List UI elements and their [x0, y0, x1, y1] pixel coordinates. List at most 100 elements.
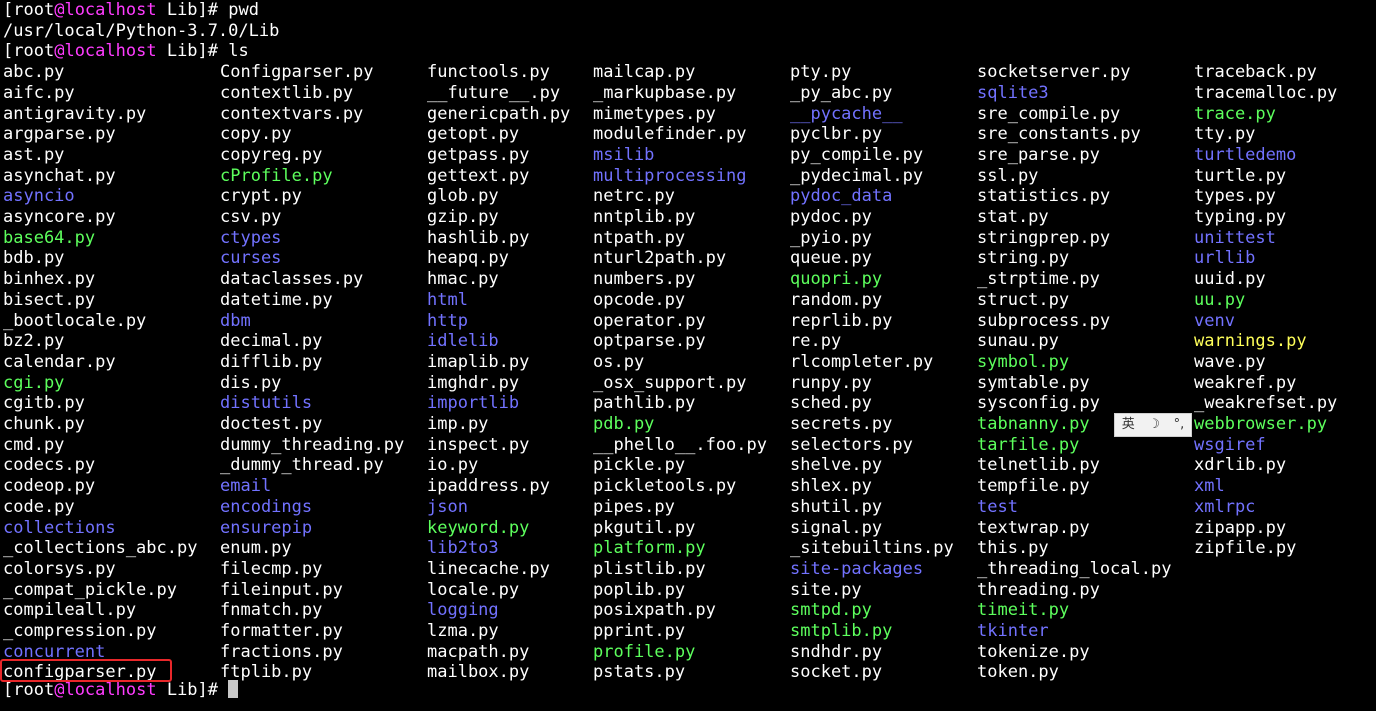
ls-entry-file: weakref.py — [1194, 372, 1297, 393]
ls-entry-file: bdb.py — [3, 248, 65, 269]
prompt-at: @ — [54, 41, 65, 62]
ls-entry-directory: tkinter — [977, 621, 1049, 641]
ls-entry-file: contextlib.py — [220, 82, 354, 103]
ls-entry-file: __phello__.foo.py — [593, 434, 767, 455]
ls-entry-file: copyreg.py — [220, 144, 323, 165]
ls-entry-file: fileinput.py — [220, 579, 343, 600]
ls-entry-directory: multiprocessing — [593, 165, 747, 186]
ls-entry-file: plistlib.py — [593, 558, 706, 579]
ls-entry-directory: sqlite3 — [977, 82, 1049, 103]
ls-entry-file: bisect.py — [3, 289, 96, 310]
ls-entry-file: random.py — [790, 289, 883, 310]
prompt-host: localhost — [64, 41, 157, 62]
ls-entry-file: socketserver.py — [977, 62, 1131, 83]
ls-entry-file: secrets.py — [790, 414, 893, 434]
ls-entry-file: base64.py — [3, 227, 96, 248]
ls-entry-file: pathlib.py — [593, 393, 696, 414]
ls-entry-file: _markupbase.py — [593, 82, 737, 103]
ls-entry-directory: turtledemo — [1194, 144, 1297, 165]
ls-entry-file: _threading_local.py — [977, 558, 1172, 579]
ls-entry-file: code.py — [3, 496, 75, 517]
ls-entry-file: contextvars.py — [220, 103, 364, 124]
ls-entry-file: turtle.py — [1194, 165, 1287, 186]
ls-entry-file: imghdr.py — [427, 372, 520, 393]
moon-icon[interactable]: ☽ — [1148, 414, 1160, 436]
ls-entry-file: _sitebuiltins.py — [790, 538, 954, 559]
ls-entry-file: dis.py — [220, 372, 282, 393]
ls-entry-file: tokenize.py — [977, 641, 1090, 662]
ls-entry-directory: idlelib — [427, 331, 499, 352]
ls-entry-file: nturl2path.py — [593, 248, 727, 269]
ls-entry-file: tarfile.py — [977, 434, 1080, 455]
ls-entry-file: pdb.py — [593, 414, 655, 434]
text-cursor — [228, 680, 239, 698]
highlight-box — [0, 659, 172, 682]
ls-entry-file: filecmp.py — [220, 558, 323, 579]
ls-entry-file: binhex.py — [3, 269, 96, 290]
command-ls: ls — [228, 41, 249, 62]
ls-entry-file: subprocess.py — [977, 310, 1111, 331]
ls-entry-file: pyclbr.py — [790, 124, 883, 145]
ls-entry-file: struct.py — [977, 289, 1070, 310]
ls-entry-file: types.py — [1194, 186, 1276, 207]
ls-entry-file: warnings.py — [1194, 331, 1307, 352]
ls-entry-file: posixpath.py — [593, 600, 716, 621]
ls-entry-file: timeit.py — [977, 600, 1070, 621]
punctuation-icon[interactable]: °, — [1174, 414, 1185, 436]
ls-entry-file: shlex.py — [790, 476, 872, 497]
ls-entry-file: pprint.py — [593, 621, 686, 641]
ls-entry-file: xdrlib.py — [1194, 455, 1287, 476]
ls-entry-file: _collections_abc.py — [3, 538, 198, 559]
ls-entry-file: antigravity.py — [3, 103, 147, 124]
ls-entry-file: telnetlib.py — [977, 455, 1100, 476]
ls-entry-file: textwrap.py — [977, 517, 1090, 538]
ls-entry-directory: msilib — [593, 144, 655, 165]
ls-entry-file: ipaddress.py — [427, 476, 550, 497]
ls-entry-file: functools.py — [427, 62, 550, 83]
ls-entry-file: heapq.py — [427, 248, 509, 269]
ls-entry-file: sndhdr.py — [790, 641, 883, 662]
ls-entry-file: poplib.py — [593, 579, 686, 600]
ls-entry-directory: logging — [427, 600, 499, 621]
ls-entry-file: chunk.py — [3, 414, 85, 434]
ls-entry-file: linecache.py — [427, 558, 550, 579]
ls-entry-file: opcode.py — [593, 289, 686, 310]
prompt-line-pwd: [root@localhost Lib]# pwd — [3, 0, 259, 20]
ls-entry-file: lzma.py — [427, 621, 499, 641]
ls-entry-file: string.py — [977, 248, 1070, 269]
ls-entry-file: statistics.py — [977, 186, 1111, 207]
ls-entry-file: sre_parse.py — [977, 144, 1100, 165]
ls-entry-file: colorsys.py — [3, 558, 116, 579]
ime-toolbar[interactable]: 英 ☽ °, — [1114, 413, 1192, 437]
ls-entry-file: sre_compile.py — [977, 103, 1121, 124]
ls-entry-file: py_compile.py — [790, 144, 924, 165]
ls-entry-file: pty.py — [790, 62, 852, 83]
ls-entry-file: asynchat.py — [3, 165, 116, 186]
ls-entry-file: decimal.py — [220, 331, 323, 352]
ls-entry-directory: pydoc_data — [790, 186, 893, 207]
ls-entry-file: _compat_pickle.py — [3, 579, 177, 600]
ls-entry-file: argparse.py — [3, 124, 116, 145]
ls-entry-file: pkgutil.py — [593, 517, 696, 538]
ls-entry-directory: __pycache__ — [790, 103, 903, 124]
ls-entry-file: gzip.py — [427, 207, 499, 227]
ls-entry-directory: test — [977, 496, 1018, 517]
ls-entry-file: pickletools.py — [593, 476, 737, 497]
prompt-host: localhost — [64, 0, 157, 20]
ls-entry-file: codecs.py — [3, 455, 96, 476]
ime-language-label[interactable]: 英 — [1122, 414, 1135, 436]
ls-entry-directory: ctypes — [220, 227, 282, 248]
ls-entry-file: fractions.py — [220, 641, 343, 662]
ls-entry-file: imp.py — [427, 414, 489, 434]
ls-entry-file: queue.py — [790, 248, 872, 269]
ls-entry-directory: wsgiref — [1194, 434, 1266, 455]
ls-entry-file: hashlib.py — [427, 227, 530, 248]
ls-entry-directory: venv — [1194, 310, 1235, 331]
ls-entry-file: copy.py — [220, 124, 292, 145]
prompt-line-current[interactable]: [root@localhost Lib]# — [3, 680, 239, 701]
ls-entry-file: macpath.py — [427, 641, 530, 662]
prompt-at: @ — [54, 680, 65, 700]
ls-entry-file: genericpath.py — [427, 103, 571, 124]
ls-entry-file: getopt.py — [427, 124, 520, 145]
terminal-window[interactable]: [root@localhost Lib]# pwd /usr/local/Pyt… — [0, 0, 1376, 711]
